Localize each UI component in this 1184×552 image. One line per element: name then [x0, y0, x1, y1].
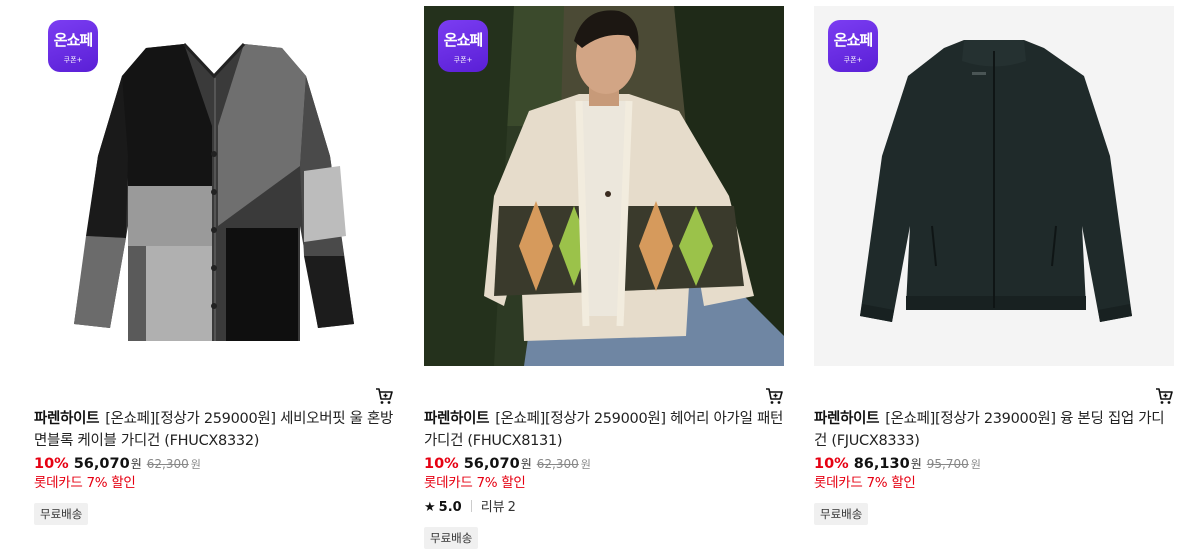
- rating-row: ★ 5.0 리뷰 2: [424, 498, 784, 518]
- currency-unit: 원: [580, 458, 591, 471]
- product-title[interactable]: 파렌하이트 [온쇼페][정상가 259000원] 세비오버핏 울 혼방 면블록 케…: [34, 408, 394, 452]
- currency-unit: 원: [910, 457, 922, 471]
- original-price: 95,700: [926, 457, 969, 471]
- cart-icon[interactable]: [764, 386, 784, 406]
- currency-unit: 원: [130, 457, 142, 471]
- sale-price: 86,130: [853, 456, 910, 472]
- product-image[interactable]: 온쇼페 쿠폰+: [814, 6, 1174, 366]
- sale-price: 56,070: [73, 456, 130, 472]
- discount-rate: 10%: [424, 456, 459, 472]
- card-discount-text: 롯데카드 7% 할인: [814, 475, 916, 491]
- product-brand: 파렌하이트: [34, 411, 100, 427]
- sale-price: 56,070: [463, 456, 520, 472]
- discount-rate: 10%: [34, 456, 69, 472]
- onshope-coupon-badge: 온쇼페 쿠폰+: [438, 20, 488, 72]
- review-label: 리뷰: [480, 500, 505, 515]
- currency-unit: 원: [970, 458, 981, 471]
- onshope-coupon-badge: 온쇼페 쿠폰+: [828, 20, 878, 72]
- product-image[interactable]: 온쇼페 쿠폰+: [424, 6, 784, 366]
- product-card[interactable]: 온쇼페 쿠폰+ 파렌하이트 [온쇼페][정상가 259000원] 세비오버핏 울 …: [34, 6, 394, 525]
- review-count: 2: [507, 500, 516, 515]
- currency-unit: 원: [190, 458, 201, 471]
- original-price: 62,300: [146, 457, 189, 471]
- product-brand: 파렌하이트: [424, 411, 490, 427]
- free-shipping-tag: 무료배송: [424, 527, 479, 549]
- star-icon: ★: [424, 500, 436, 515]
- original-price: 62,300: [536, 457, 579, 471]
- card-discount-text: 롯데카드 7% 할인: [34, 475, 136, 491]
- price-row: 10% 56,070원 62,300 원: [424, 453, 784, 473]
- cart-icon[interactable]: [374, 386, 394, 406]
- product-title[interactable]: 파렌하이트 [온쇼페][정상가 259000원] 헤어리 아가일 패턴 가디건 (…: [424, 408, 784, 452]
- free-shipping-tag: 무료배송: [814, 503, 869, 525]
- onshope-coupon-badge: 온쇼페 쿠폰+: [48, 20, 98, 72]
- rating-score: 5.0: [438, 500, 462, 515]
- cart-icon[interactable]: [1154, 386, 1174, 406]
- product-card[interactable]: 온쇼페 쿠폰+ 파렌하이트 [온쇼페][정상가 239000원] 융 본딩 집업 …: [814, 6, 1174, 525]
- product-brand: 파렌하이트: [814, 411, 880, 427]
- divider: [470, 500, 472, 512]
- discount-rate: 10%: [814, 456, 849, 472]
- card-discount-text: 롯데카드 7% 할인: [424, 475, 526, 491]
- price-row: 10% 86,130원 95,700 원: [814, 453, 1174, 473]
- currency-unit: 원: [520, 457, 532, 471]
- free-shipping-tag: 무료배송: [34, 503, 89, 525]
- product-image[interactable]: 온쇼페 쿠폰+: [34, 6, 394, 366]
- price-row: 10% 56,070원 62,300 원: [34, 453, 394, 473]
- product-card[interactable]: 온쇼페 쿠폰+ 파렌하이트 [온쇼페][정상가 259000원] 헤어리 아가일 …: [424, 6, 784, 549]
- product-title[interactable]: 파렌하이트 [온쇼페][정상가 239000원] 융 본딩 집업 가디건 (FJU…: [814, 408, 1174, 452]
